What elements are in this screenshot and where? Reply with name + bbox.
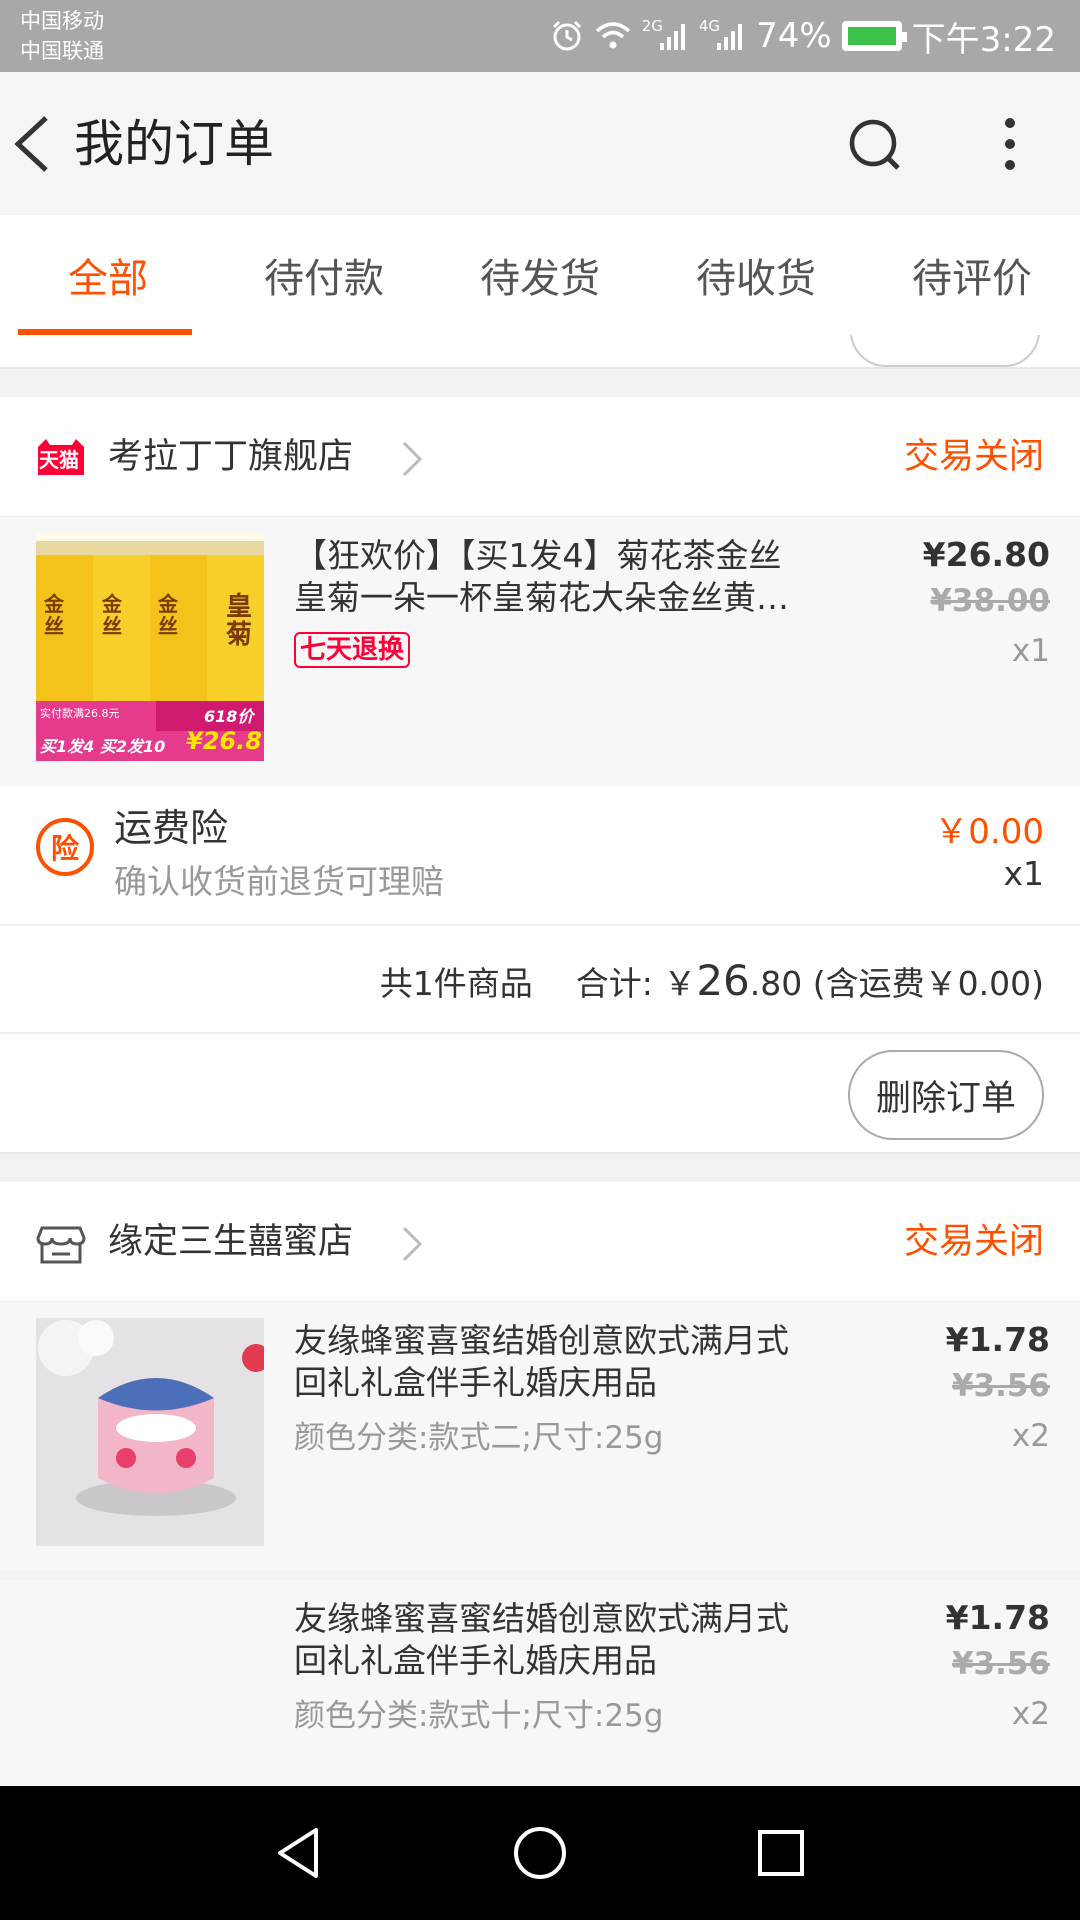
- nav-back-button[interactable]: [268, 1822, 330, 1884]
- product-title-line2: 回礼礼盒伴手礼婚庆用品: [294, 1363, 657, 1402]
- signal-icon-1: 2G: [642, 17, 689, 51]
- shop-name[interactable]: 考拉丁丁旗舰店: [108, 433, 353, 481]
- store-icon: [36, 1224, 86, 1264]
- search-icon: [849, 119, 900, 170]
- product-title-line1: 友缘蜂蜜喜蜜结婚创意欧式满月式: [294, 1321, 789, 1360]
- clock: 下午3:22: [911, 19, 1056, 60]
- shipping-insurance-row: 险 运费险 确认收货前退货可理赔 ￥0.00 x1: [0, 786, 1080, 926]
- banner-price: ¥26.8: [186, 727, 262, 755]
- shop-header[interactable]: 天猫 考拉丁丁旗舰店 交易关闭: [0, 397, 1080, 517]
- more-vertical-icon: [1005, 118, 1015, 170]
- banner-tag: 618价: [204, 707, 254, 726]
- circle-home-icon: [514, 1827, 566, 1879]
- product-title-line1: 【狂欢价】【买1发4】菊花茶金丝: [294, 536, 782, 575]
- tmall-label: 天猫: [39, 448, 79, 472]
- product-title-line2: 回礼礼盒伴手礼婚庆用品: [294, 1641, 657, 1680]
- carrier-labels: 中国移动 中国联通: [20, 6, 104, 66]
- product-title[interactable]: 友缘蜂蜜喜蜜结婚创意欧式满月式 回礼礼盒伴手礼婚庆用品: [294, 1320, 854, 1404]
- product-quantity: x2: [1011, 1696, 1050, 1732]
- insurance-price: ￥0.00: [934, 812, 1044, 852]
- item-count: 共1件商品: [379, 964, 533, 1003]
- total-label: 合计: ￥: [575, 964, 697, 1003]
- carrier-1: 中国移动: [20, 9, 104, 33]
- tab-pending-review[interactable]: 待评价: [864, 215, 1080, 335]
- search-button[interactable]: [846, 116, 906, 176]
- battery-percent: 74%: [756, 16, 832, 56]
- order-total: 共1件商品 合计: ￥26.80 (含运费￥0.00): [380, 956, 1044, 1005]
- product-price: ¥1.78: [945, 1598, 1050, 1637]
- can-label: 皇菊: [226, 592, 253, 650]
- order-tabs: 全部 待付款 待发货 待收货 待评价: [0, 215, 1080, 335]
- product-title[interactable]: 【狂欢价】【买1发4】菊花茶金丝 皇菊一朵一杯皇菊花大朵金丝黄…: [294, 535, 854, 619]
- previous-order-peek: [0, 335, 1080, 369]
- alarm-icon: [550, 19, 584, 53]
- insurance-icon: 险: [36, 818, 94, 876]
- product-price: ¥1.78: [945, 1320, 1050, 1359]
- shipping-fee: (含运费￥0.00): [812, 964, 1044, 1003]
- product-sku: 颜色分类:款式二;尺寸:25g: [294, 1420, 664, 1456]
- chevron-left-icon: [14, 116, 48, 172]
- nav-recents-button[interactable]: [750, 1822, 812, 1884]
- order-item[interactable]: 金丝 金丝 金丝 皇菊 实付款满26.8元 618价 买1发4 买2发10 ¥2…: [0, 517, 1080, 786]
- tmall-icon: 天猫: [36, 439, 86, 475]
- delete-order-button[interactable]: 删除订单: [848, 1050, 1044, 1140]
- tab-pending-payment[interactable]: 待付款: [216, 215, 432, 335]
- tab-pending-receipt[interactable]: 待收货: [648, 215, 864, 335]
- product-quantity: x1: [1011, 633, 1050, 669]
- order-actions: 删除订单: [0, 1034, 1080, 1154]
- product-sku: 颜色分类:款式十;尺寸:25g: [294, 1698, 664, 1734]
- tab-pending-shipment[interactable]: 待发货: [432, 215, 648, 335]
- back-button[interactable]: [10, 112, 70, 176]
- title-bar: 我的订单: [0, 72, 1080, 215]
- product-title[interactable]: 友缘蜂蜜喜蜜结婚创意欧式满月式 回礼礼盒伴手礼婚庆用品: [294, 1598, 854, 1682]
- tab-all[interactable]: 全部: [0, 215, 216, 335]
- can-brand-2: 金丝: [102, 592, 122, 638]
- insurance-description: 确认收货前退货可理赔: [114, 862, 444, 901]
- status-bar: 中国移动 中国联通 2G 4G 74% 下午3:22: [0, 0, 1080, 72]
- chevron-right-icon: [396, 439, 426, 479]
- navigation-bar: [0, 1786, 1080, 1920]
- total-integer: 26: [696, 956, 750, 1005]
- product-title-line2: 皇菊一朵一杯皇菊花大朵金丝黄…: [294, 578, 789, 617]
- chevron-right-icon: [396, 1224, 426, 1264]
- page-title: 我的订单: [74, 115, 274, 173]
- signal-icon-2: 4G: [699, 17, 746, 51]
- carrier-2: 中国联通: [20, 39, 104, 63]
- product-original-price: ¥3.56: [951, 1368, 1050, 1404]
- return-policy-badge: 七天退换: [294, 632, 411, 668]
- product-original-price: ¥38.00: [930, 583, 1050, 619]
- wifi-icon: [594, 21, 632, 51]
- shop-header[interactable]: 缘定三生囍蜜店 交易关闭: [0, 1182, 1080, 1302]
- can-brand-1: 金丝: [44, 592, 64, 638]
- product-original-price: ¥3.56: [951, 1646, 1050, 1682]
- product-title-line1: 友缘蜂蜜喜蜜结婚创意欧式满月式: [294, 1599, 789, 1638]
- shop-name[interactable]: 缘定三生囍蜜店: [108, 1218, 353, 1266]
- triangle-back-icon: [278, 1828, 318, 1878]
- previous-order-button[interactable]: [850, 335, 1040, 367]
- product-image: 金丝 金丝 金丝 皇菊 实付款满26.8元 618价 买1发4 买2发10 ¥2…: [36, 533, 264, 761]
- nav-home-button[interactable]: [509, 1822, 571, 1884]
- product-quantity: x2: [1011, 1418, 1050, 1454]
- order-summary: 共1件商品 合计: ￥26.80 (含运费￥0.00): [0, 926, 1080, 1034]
- square-recents-icon: [758, 1830, 804, 1876]
- order-item[interactable]: 友缘蜂蜜喜蜜结婚创意欧式满月式 回礼礼盒伴手礼婚庆用品 颜色分类:款式二;尺寸:…: [0, 1302, 1080, 1571]
- order-item[interactable]: 友缘蜂蜜喜蜜结婚创意欧式满月式 回礼礼盒伴手礼婚庆用品 颜色分类:款式十;尺寸:…: [0, 1580, 1080, 1786]
- banner-left: 买1发4 买2发10: [40, 737, 166, 756]
- insurance-name: 运费险: [114, 806, 229, 850]
- status-icons: 2G 4G 74% 下午3:22: [550, 0, 1056, 72]
- battery-icon: [841, 21, 907, 51]
- can-brand-3: 金丝: [158, 592, 178, 638]
- order-status: 交易关闭: [903, 437, 1044, 477]
- banner-small: 实付款满26.8元: [40, 707, 120, 720]
- product-image: [36, 1318, 264, 1546]
- insurance-quantity: x1: [1003, 854, 1044, 893]
- more-button[interactable]: [990, 114, 1030, 174]
- order-status: 交易关闭: [903, 1222, 1044, 1262]
- total-decimal: .80: [749, 964, 803, 1003]
- product-price: ¥26.80: [922, 535, 1050, 574]
